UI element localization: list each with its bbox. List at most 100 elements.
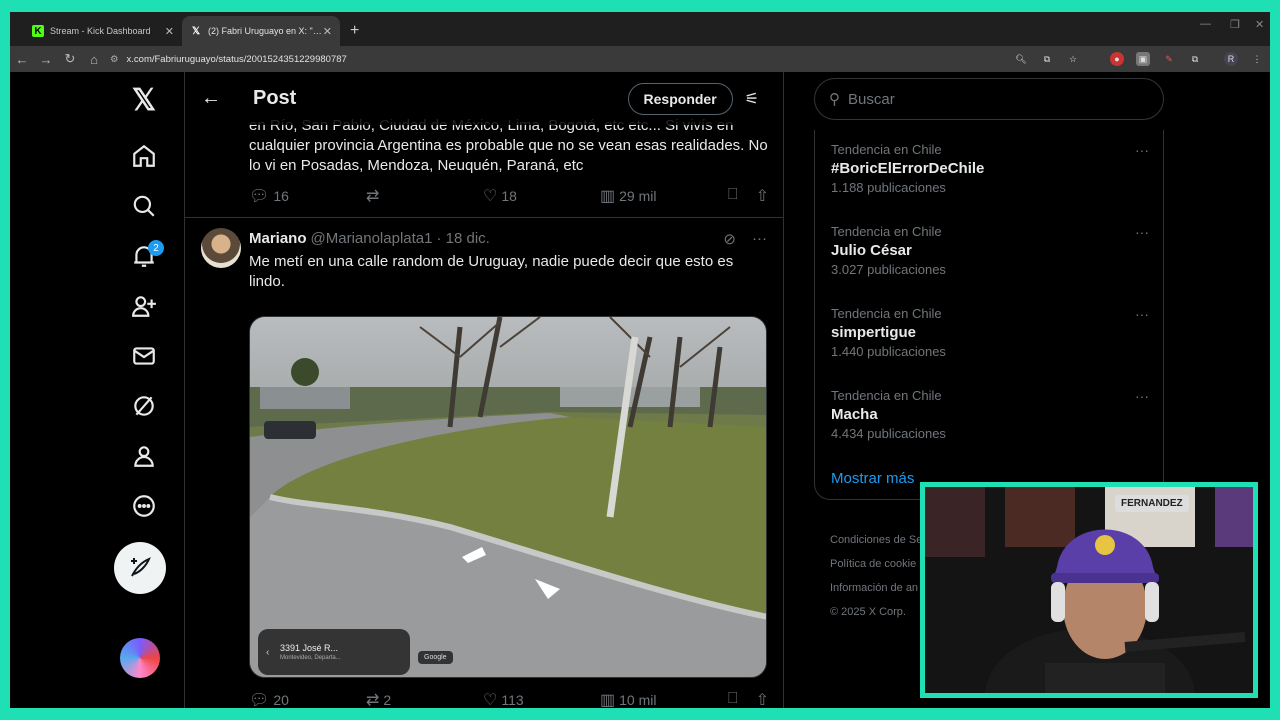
search-icon[interactable] bbox=[120, 186, 168, 226]
close-icon[interactable]: ✕ bbox=[323, 25, 332, 38]
back-arrow-icon[interactable]: ← bbox=[201, 87, 223, 110]
close-window-icon[interactable]: ✕ bbox=[1255, 18, 1264, 31]
install-icon[interactable]: ⧉ bbox=[1040, 52, 1054, 66]
cookies-link[interactable]: Política de cookie bbox=[830, 552, 922, 576]
more-options-icon[interactable]: ··· bbox=[1135, 388, 1149, 404]
page-title: Post bbox=[253, 87, 297, 109]
trend-count: 1.188 publicaciones bbox=[831, 180, 946, 195]
kick-icon: K bbox=[32, 25, 44, 37]
grok-icon[interactable]: ⊘ bbox=[723, 230, 736, 248]
tweet-date[interactable]: · 18 dic. bbox=[436, 230, 489, 247]
filter-settings-icon[interactable]: ⚟ bbox=[745, 89, 759, 109]
home-icon[interactable]: ⌂ bbox=[82, 52, 106, 67]
profile-icon[interactable] bbox=[120, 436, 168, 476]
trend-item[interactable]: Tendencia en Chile Julio César 3.027 pub… bbox=[831, 224, 1151, 277]
notifications-icon[interactable]: 2 bbox=[120, 236, 168, 276]
trend-name: Julio César bbox=[831, 242, 912, 259]
heart-icon: ♡ bbox=[483, 188, 498, 205]
compose-post-button[interactable] bbox=[114, 542, 166, 594]
share-icon[interactable]: ⇧ bbox=[756, 186, 769, 206]
close-icon[interactable]: ✕ bbox=[165, 25, 174, 38]
x-logo-icon[interactable]: 𝕏 bbox=[120, 80, 168, 120]
terms-link[interactable]: Condiciones de Se bbox=[830, 528, 922, 552]
footer-links: Condiciones de Se Política de cookie Inf… bbox=[830, 528, 922, 624]
bookmark-star-icon[interactable]: ☆ bbox=[1066, 52, 1080, 66]
reply-icon: 💬︎ bbox=[249, 692, 270, 708]
previous-post-text: en Río, San Pablo, Ciudad de México, Lim… bbox=[249, 117, 768, 174]
repost-count: 2 bbox=[383, 692, 392, 708]
search-input[interactable]: ⚲ Buscar bbox=[814, 78, 1164, 120]
view-count: 29 mil bbox=[619, 188, 657, 204]
follow-icon[interactable] bbox=[120, 286, 168, 326]
views-action[interactable]: ▥ 29 mil bbox=[600, 186, 717, 206]
restore-icon[interactable]: ❐ bbox=[1230, 18, 1240, 31]
forward-icon[interactable]: → bbox=[34, 52, 58, 67]
repost-action[interactable]: ⇄ 2 bbox=[366, 690, 483, 708]
previous-post-actions: 💬︎ 16 ⇄ ♡ 18 ▥ 29 mil ⎕ ⇧ bbox=[249, 186, 769, 206]
trend-name: Macha bbox=[831, 406, 878, 423]
poster-label: FERNANDEZ bbox=[1115, 495, 1189, 512]
trend-count: 3.027 publicaciones bbox=[831, 262, 946, 277]
trend-category: Tendencia en Chile bbox=[831, 388, 942, 403]
reply-action[interactable]: 💬︎ 20 bbox=[249, 690, 366, 708]
home-icon[interactable] bbox=[120, 136, 168, 176]
tab-kick[interactable]: K Stream - Kick Dashboard ✕ bbox=[24, 16, 182, 46]
extension-pdf-icon[interactable]: ✎ bbox=[1162, 52, 1176, 66]
trend-count: 1.440 publicaciones bbox=[831, 344, 946, 359]
post-header: ← Post Responder ⚟ bbox=[185, 72, 783, 125]
zoom-icon[interactable]: 🔍︎ bbox=[1014, 52, 1028, 66]
views-icon: ▥ bbox=[600, 692, 616, 708]
bookmark-icon[interactable]: ⎕ bbox=[728, 186, 738, 206]
url-text: x.com/Fabriuruguayo/status/2001524351229… bbox=[126, 53, 347, 65]
tab-title: Stream - Kick Dashboard bbox=[50, 26, 151, 36]
more-options-icon[interactable]: ··· bbox=[1135, 142, 1149, 158]
info-link[interactable]: Información de an bbox=[830, 576, 922, 600]
repost-icon: ⇄ bbox=[366, 692, 380, 708]
heart-icon: ♡ bbox=[483, 692, 498, 708]
repost-action[interactable]: ⇄ bbox=[366, 186, 483, 206]
search-placeholder: Buscar bbox=[848, 90, 895, 108]
messages-icon[interactable] bbox=[120, 336, 168, 376]
main-column: ← Post Responder ⚟ en Río, San Pablo, Ci… bbox=[184, 72, 784, 708]
view-count: 10 mil bbox=[619, 692, 657, 708]
trend-name: #BoricElErrorDeChile bbox=[831, 160, 985, 177]
like-action[interactable]: ♡ 113 bbox=[483, 690, 600, 708]
url-input[interactable]: ⚙ x.com/Fabriuruguayo/status/20015243512… bbox=[110, 49, 1008, 69]
new-tab-button[interactable]: + bbox=[340, 22, 369, 46]
copyright: © 2025 X Corp. bbox=[830, 606, 906, 618]
minimize-icon[interactable]: — bbox=[1200, 18, 1211, 30]
tweet-header: Mariano @Marianolaplata1 · 18 dic. bbox=[249, 230, 490, 247]
reply-button[interactable]: Responder bbox=[627, 82, 733, 115]
reload-icon[interactable]: ↻ bbox=[58, 51, 82, 67]
author-avatar[interactable] bbox=[201, 228, 241, 268]
views-icon: ▥ bbox=[600, 188, 616, 205]
tweet-image[interactable]: ‹ 3391 José R... Montevideo, Departa... … bbox=[249, 316, 767, 678]
back-icon[interactable]: ← bbox=[10, 52, 34, 67]
trend-item[interactable]: Tendencia en Chile simpertigue 1.440 pub… bbox=[831, 306, 1151, 359]
more-options-icon[interactable]: ··· bbox=[752, 230, 767, 248]
site-info-icon[interactable]: ⚙ bbox=[110, 54, 119, 65]
share-icon[interactable]: ⇧ bbox=[756, 690, 769, 708]
author-name[interactable]: Mariano bbox=[249, 230, 307, 247]
extension-icon[interactable]: ▣ bbox=[1136, 52, 1150, 66]
grok-icon[interactable] bbox=[120, 386, 168, 426]
trend-item[interactable]: Tendencia en Chile Macha 4.434 publicaci… bbox=[831, 388, 1151, 441]
search-icon: ⚲ bbox=[829, 91, 840, 108]
bookmark-icon[interactable]: ⎕ bbox=[728, 690, 738, 708]
more-options-icon[interactable]: ··· bbox=[1135, 224, 1149, 240]
account-avatar[interactable] bbox=[120, 638, 160, 678]
trend-item[interactable]: Tendencia en Chile #BoricElErrorDeChile … bbox=[831, 142, 1151, 195]
reply-action[interactable]: 💬︎ 16 bbox=[249, 186, 366, 206]
tab-title: (2) Fabri Uruguayo en X: "Son la bbox=[208, 26, 323, 36]
profile-icon[interactable]: R bbox=[1224, 52, 1238, 66]
menu-icon[interactable]: ⋮ bbox=[1250, 52, 1264, 66]
more-options-icon[interactable]: ··· bbox=[1135, 306, 1149, 322]
more-icon[interactable] bbox=[120, 486, 168, 526]
extension-red-icon[interactable]: ● bbox=[1110, 52, 1124, 66]
views-action[interactable]: ▥ 10 mil bbox=[600, 690, 717, 708]
author-handle[interactable]: @Marianolaplata1 bbox=[311, 230, 433, 247]
tab-x-post[interactable]: 𝕏 (2) Fabri Uruguayo en X: "Son la ✕ bbox=[182, 16, 340, 46]
like-action[interactable]: ♡ 18 bbox=[483, 186, 600, 206]
show-more-link[interactable]: Mostrar más bbox=[831, 470, 914, 487]
extensions-puzzle-icon[interactable]: ⧉ bbox=[1188, 52, 1202, 66]
